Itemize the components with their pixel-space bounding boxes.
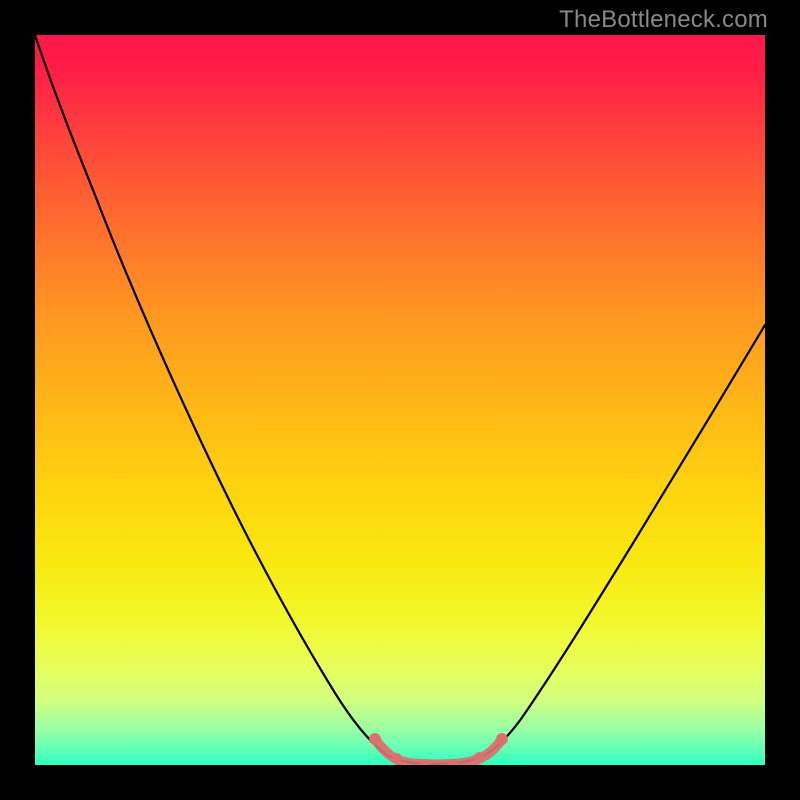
watermark-text: TheBottleneck.com	[559, 6, 768, 34]
curve-line	[35, 35, 765, 764]
highlight-dot-right	[496, 733, 508, 745]
highlight-dot-5	[474, 752, 484, 762]
chart-svg	[35, 35, 765, 765]
highlight-dot-left	[369, 733, 381, 745]
highlight-dot-2	[392, 753, 402, 763]
chart-frame: TheBottleneck.com	[0, 0, 800, 800]
plot-area	[35, 35, 765, 765]
